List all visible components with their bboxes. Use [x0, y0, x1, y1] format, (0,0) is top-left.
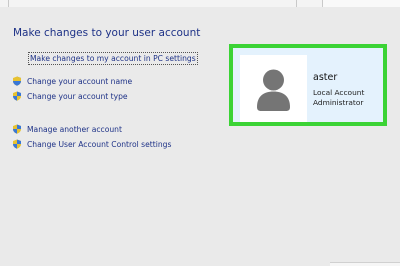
uac-settings-label[interactable]: Change User Account Control settings	[27, 140, 171, 149]
toolbar-divider	[8, 0, 9, 7]
search-box[interactable]	[322, 0, 400, 7]
shield-icon	[13, 139, 21, 149]
change-account-type-label[interactable]: Change your account type	[27, 92, 128, 101]
change-account-name-label[interactable]: Change your account name	[27, 77, 132, 86]
shield-icon	[13, 124, 21, 134]
user-avatar-icon	[257, 69, 290, 111]
account-role-label: Administrator	[313, 98, 364, 107]
user-account-card[interactable]: aster Local Account Administrator	[229, 44, 387, 126]
shield-icon	[13, 76, 21, 86]
bottom-button-edge	[330, 262, 400, 266]
user-accounts-window: Make changes to your user account Make c…	[0, 0, 400, 266]
change-account-name-link[interactable]: Change your account name	[12, 76, 132, 86]
page-title: Make changes to your user account	[13, 27, 201, 39]
pc-settings-link[interactable]: Make changes to my account in PC setting…	[28, 52, 198, 65]
user-name: aster	[313, 72, 338, 83]
change-account-type-link[interactable]: Change your account type	[12, 91, 128, 101]
manage-another-account-link[interactable]: Manage another account	[12, 124, 122, 134]
shield-icon	[13, 91, 21, 101]
manage-another-account-label[interactable]: Manage another account	[27, 125, 122, 134]
uac-settings-link[interactable]: Change User Account Control settings	[12, 139, 171, 149]
account-type-label: Local Account	[313, 88, 365, 97]
avatar	[240, 55, 307, 122]
toolbar-divider	[296, 0, 297, 7]
